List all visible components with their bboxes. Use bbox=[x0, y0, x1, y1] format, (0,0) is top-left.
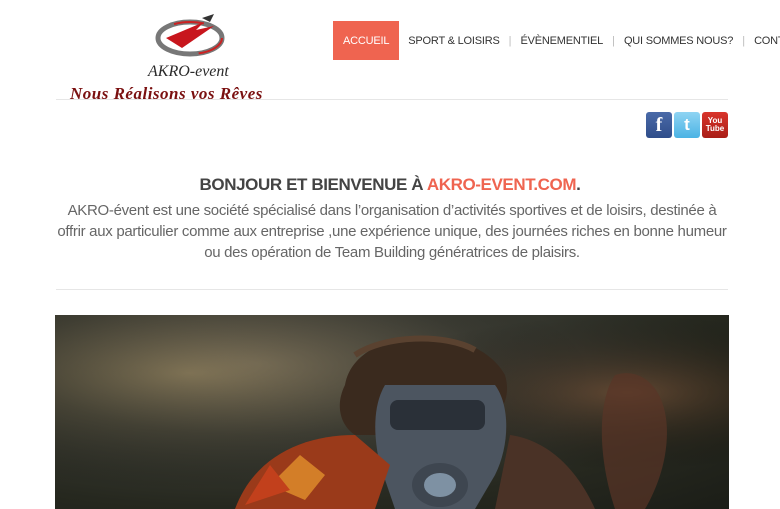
brand-name: AKRO-event bbox=[148, 63, 229, 80]
nav-item-accueil[interactable]: Accueil bbox=[333, 21, 400, 60]
nav-item-sport-loisirs[interactable]: Sport & Loisirs bbox=[399, 21, 508, 60]
section-divider bbox=[56, 289, 728, 290]
welcome-title-prefix: BONJOUR ET BIENVENUE À bbox=[199, 175, 427, 194]
nav-item-qui-sommes-nous[interactable]: Qui sommes nous? bbox=[615, 21, 742, 60]
nav-item-evenementiel[interactable]: Évènementiel bbox=[512, 21, 613, 60]
hero-image bbox=[55, 315, 729, 509]
nav-item-contact[interactable]: Contact bbox=[745, 21, 780, 60]
welcome-title: BONJOUR ET BIENVENUE À AKRO-EVENT.COM. bbox=[0, 175, 780, 195]
twitter-icon[interactable]: t bbox=[674, 112, 700, 138]
paintball-player-illustration bbox=[55, 315, 729, 509]
welcome-title-site: AKRO-EVENT.COM bbox=[426, 175, 577, 194]
site-logo[interactable]: AKRO-event Nous Réalisons vos Rêves bbox=[60, 6, 320, 103]
logo-emblem-icon bbox=[155, 14, 225, 57]
youtube-icon[interactable]: You Tube bbox=[702, 112, 728, 138]
header-divider bbox=[56, 99, 728, 100]
main-navigation: Accueil Sport & Loisirs | Évènementiel |… bbox=[333, 21, 780, 60]
welcome-description: AKRO-évent est une société spécialisé da… bbox=[57, 202, 727, 261]
facebook-icon[interactable]: f bbox=[646, 112, 672, 138]
welcome-title-suffix: . bbox=[576, 175, 581, 194]
social-links: f t You Tube bbox=[646, 112, 728, 138]
brand-tagline: Nous Réalisons vos Rêves bbox=[70, 84, 263, 103]
youtube-tube-text: Tube bbox=[705, 124, 725, 133]
